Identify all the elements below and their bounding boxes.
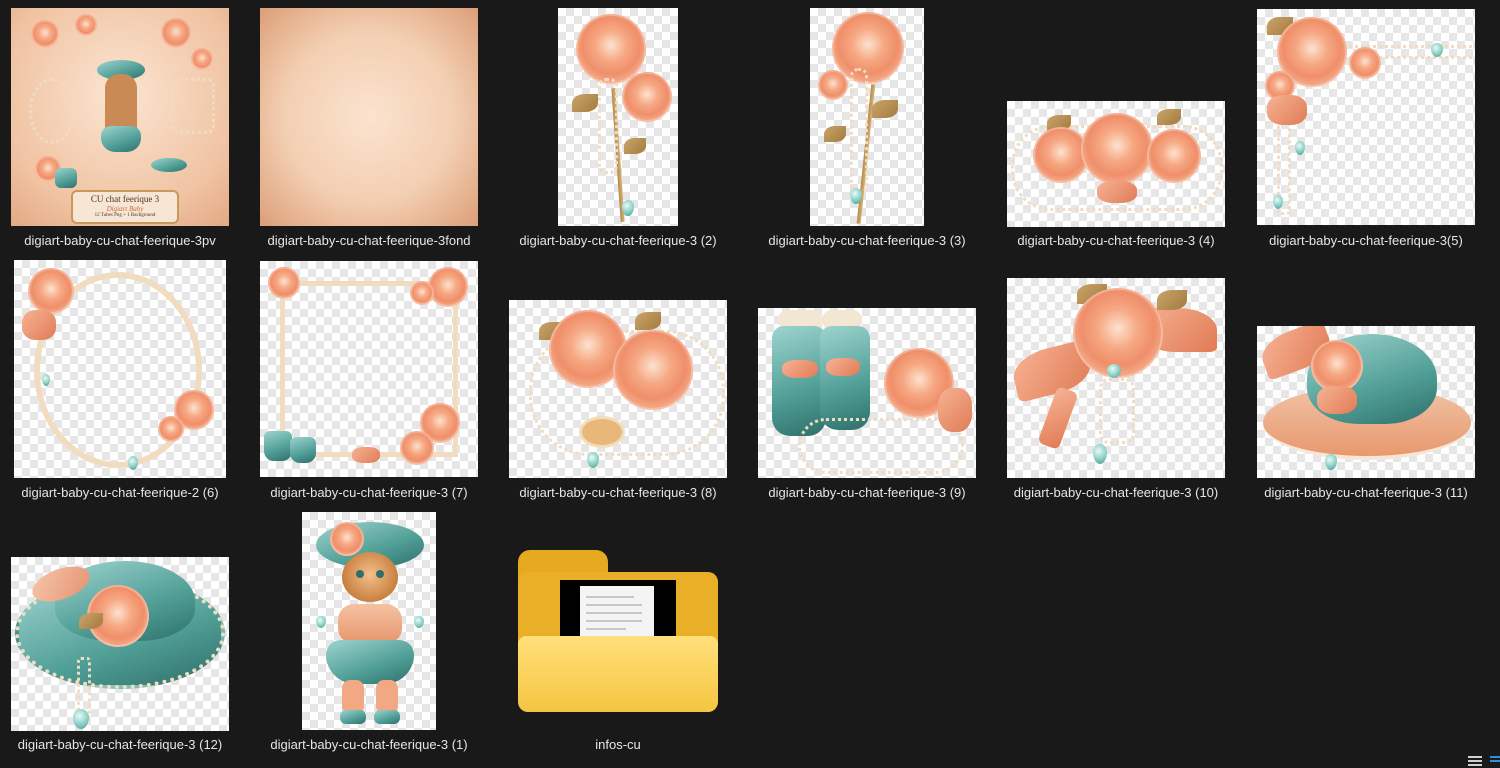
file-item[interactable]: digiart-baby-cu-chat-feerique-3fond <box>249 7 489 253</box>
kitten-icon <box>302 512 436 730</box>
folder-item[interactable]: infos-cu <box>498 511 738 757</box>
rose-bow-icon <box>1007 278 1225 478</box>
file-item[interactable]: digiart-baby-cu-chat-feerique-2 (6) <box>0 259 240 505</box>
file-item[interactable]: digiart-baby-cu-chat-feerique-3 (3) <box>747 7 987 253</box>
file-name: digiart-baby-cu-chat-feerique-3pv <box>24 233 216 248</box>
file-item[interactable]: CU chat feerique 3 Digiart Baby 12 Tubes… <box>0 7 240 253</box>
preview-title: CU chat feerique 3 <box>90 194 160 204</box>
file-name: digiart-baby-cu-chat-feerique-3(5) <box>1269 233 1463 248</box>
file-name: digiart-baby-cu-chat-feerique-3 (3) <box>768 233 966 248</box>
file-item[interactable]: digiart-baby-cu-chat-feerique-3 (11) <box>1246 259 1486 505</box>
hat-icon <box>1257 326 1475 478</box>
file-name: digiart-baby-cu-chat-feerique-3 (10) <box>1013 485 1219 500</box>
file-name: digiart-baby-cu-chat-feerique-2 (6) <box>21 485 219 500</box>
preview-sheet-icon: CU chat feerique 3 Digiart Baby 12 Tubes… <box>11 8 229 226</box>
rose-cluster-pearls-icon <box>1007 101 1225 227</box>
file-item[interactable]: digiart-baby-cu-chat-feerique-3 (12) <box>0 511 240 757</box>
peach-background-paper-icon <box>260 8 478 226</box>
file-name: digiart-baby-cu-chat-feerique-3 (12) <box>17 737 223 752</box>
file-name: digiart-baby-cu-chat-feerique-3 (2) <box>519 233 717 248</box>
large-icons-view-icon[interactable] <box>1490 756 1500 766</box>
details-view-icon[interactable] <box>1468 756 1482 766</box>
file-item[interactable]: digiart-baby-cu-chat-feerique-3 (10) <box>996 259 1236 505</box>
boots-rose-icon <box>758 308 976 478</box>
file-name: digiart-baby-cu-chat-feerique-3 (9) <box>768 485 966 500</box>
file-item[interactable]: digiart-baby-cu-chat-feerique-3 (1) <box>249 511 489 757</box>
file-item[interactable]: digiart-baby-cu-chat-feerique-3 (7) <box>249 259 489 505</box>
file-item[interactable]: digiart-baby-cu-chat-feerique-3(5) <box>1246 7 1486 253</box>
file-name: digiart-baby-cu-chat-feerique-3fond <box>267 233 471 248</box>
hat-icon <box>11 557 229 731</box>
oval-pearl-frame-icon <box>14 260 226 478</box>
preview-note: 12 Tubes Png + 1 Background <box>94 213 156 218</box>
folder-name: infos-cu <box>595 737 641 752</box>
rose-corner-icon <box>1257 9 1475 225</box>
file-item[interactable]: digiart-baby-cu-chat-feerique-3 (4) <box>996 7 1236 253</box>
preview-subtitle: Digiart Baby <box>106 205 144 213</box>
file-name: digiart-baby-cu-chat-feerique-3 (11) <box>1264 485 1468 500</box>
square-pearl-frame-icon <box>260 261 478 477</box>
file-name: digiart-baby-cu-chat-feerique-3 (1) <box>270 737 468 752</box>
file-item[interactable]: digiart-baby-cu-chat-feerique-3 (8) <box>498 259 738 505</box>
file-item[interactable]: digiart-baby-cu-chat-feerique-3 (2) <box>498 7 738 253</box>
file-item[interactable]: digiart-baby-cu-chat-feerique-3 (9) <box>747 259 987 505</box>
rose-stem-pearls-icon <box>558 8 678 226</box>
rose-stem-pearls-icon <box>810 8 924 226</box>
roses-pearls-icon <box>509 300 727 478</box>
file-name: digiart-baby-cu-chat-feerique-3 (7) <box>270 485 468 500</box>
file-name: digiart-baby-cu-chat-feerique-3 (8) <box>519 485 717 500</box>
folder-icon <box>516 550 720 712</box>
file-name: digiart-baby-cu-chat-feerique-3 (4) <box>1017 233 1215 248</box>
